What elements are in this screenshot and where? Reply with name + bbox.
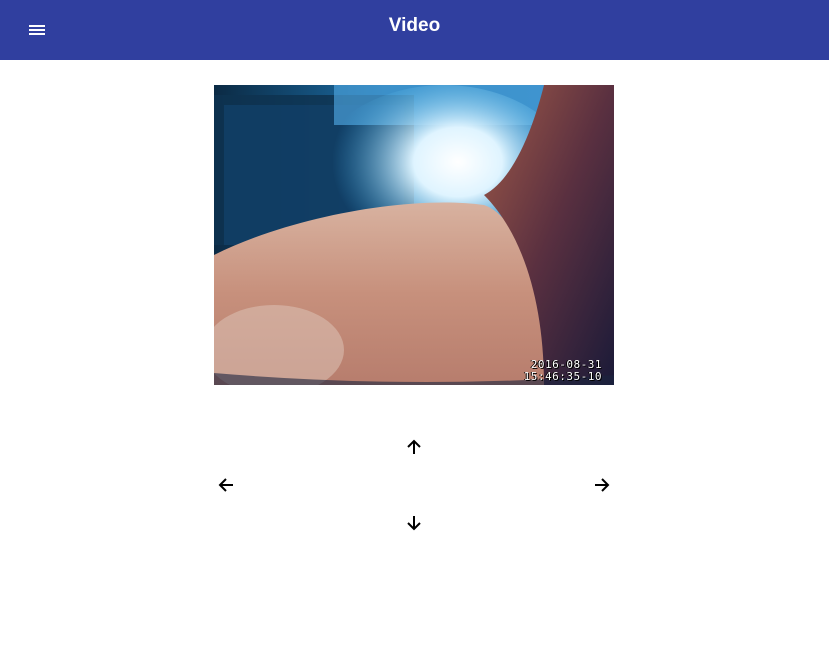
pan-right-button[interactable]	[588, 471, 616, 499]
arrow-down-icon	[407, 516, 421, 531]
arrow-right-icon	[595, 478, 610, 492]
arrow-left-icon	[218, 478, 233, 492]
page-title: Video	[388, 15, 441, 36]
pan-left-button[interactable]	[212, 471, 240, 499]
pan-down-button[interactable]	[400, 509, 428, 537]
app-bar: Video	[0, 0, 829, 60]
timestamp-time: 15:46:35-10	[523, 370, 602, 383]
video-stream: 2016-08-31 15:46:35-10	[214, 85, 614, 385]
video-timestamp: 2016-08-31 15:46:35-10	[524, 359, 602, 383]
pan-up-button[interactable]	[400, 433, 428, 461]
arrow-up-icon	[407, 439, 421, 454]
